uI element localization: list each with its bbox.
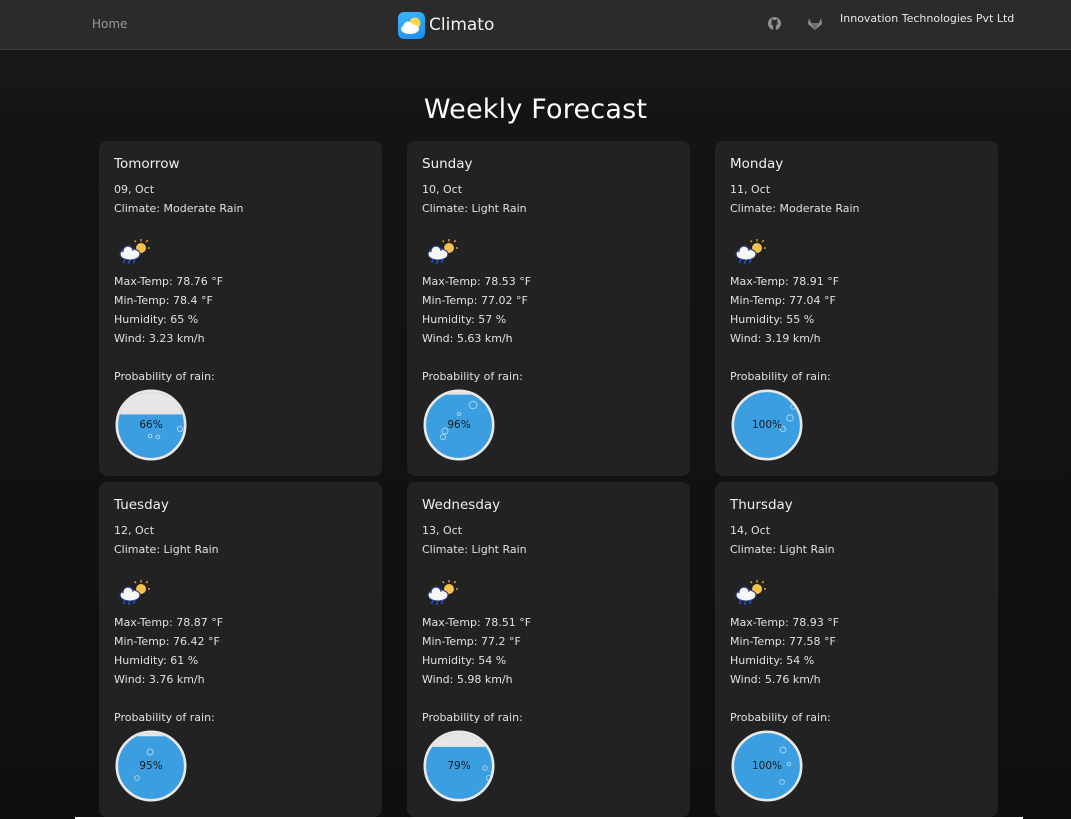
card-min-temp: Min-Temp: 76.42 °F	[114, 635, 220, 648]
card-day: Monday	[730, 156, 784, 172]
forecast-card: Tomorrow 09, Oct Climate: Moderate Rain …	[99, 141, 382, 476]
rain-cloud-sun-icon	[117, 578, 151, 608]
company-name[interactable]: Innovation Technologies Pvt Ltd	[840, 12, 1014, 25]
rain-cloud-sun-icon	[733, 237, 767, 267]
card-climate: Climate: Moderate Rain	[114, 202, 244, 215]
card-day: Wednesday	[422, 497, 501, 513]
rain-probability-gauge: 95%	[115, 730, 187, 802]
card-humidity: Humidity: 54 %	[422, 654, 507, 667]
rain-probability-value: 96%	[447, 419, 471, 431]
card-climate: Climate: Light Rain	[422, 202, 527, 215]
rain-probability-gauge: 100%	[731, 389, 803, 461]
forecast-card: Thursday 14, Oct Climate: Light Rain Max…	[715, 482, 998, 817]
card-wind: Wind: 3.19 km/h	[730, 332, 821, 345]
rain-probability-gauge: 100%	[731, 730, 803, 802]
card-date: 09, Oct	[114, 183, 155, 196]
github-icon[interactable]	[767, 16, 783, 32]
forecast-grid: Tomorrow 09, Oct Climate: Moderate Rain …	[99, 141, 998, 817]
card-min-temp: Min-Temp: 78.4 °F	[114, 294, 213, 307]
rain-probability-label: Probability of rain:	[114, 711, 215, 724]
card-max-temp: Max-Temp: 78.53 °F	[422, 275, 532, 288]
card-wind: Wind: 5.63 km/h	[422, 332, 513, 345]
climato-logo-icon	[398, 11, 425, 39]
brand[interactable]: Climato	[398, 11, 494, 39]
card-max-temp: Max-Temp: 78.87 °F	[114, 616, 224, 629]
forecast-card: Tuesday 12, Oct Climate: Light Rain Max-…	[99, 482, 382, 817]
rain-probability-value: 66%	[139, 419, 163, 431]
card-wind: Wind: 3.76 km/h	[114, 673, 205, 686]
card-max-temp: Max-Temp: 78.93 °F	[730, 616, 840, 629]
card-day: Thursday	[730, 497, 793, 513]
card-date: 10, Oct	[422, 183, 463, 196]
nav-home-link[interactable]: Home	[92, 17, 127, 31]
rain-probability-value: 79%	[447, 760, 471, 772]
rain-probability-gauge: 96%	[423, 389, 495, 461]
card-day: Tomorrow	[114, 156, 180, 172]
card-date: 11, Oct	[730, 183, 771, 196]
card-humidity: Humidity: 54 %	[730, 654, 815, 667]
rain-probability-gauge: 66%	[115, 389, 187, 461]
card-humidity: Humidity: 65 %	[114, 313, 199, 326]
rain-probability-label: Probability of rain:	[114, 370, 215, 383]
rain-cloud-sun-icon	[425, 578, 459, 608]
card-day: Sunday	[422, 156, 473, 172]
rain-probability-gauge: 79%	[423, 730, 495, 802]
card-max-temp: Max-Temp: 78.76 °F	[114, 275, 224, 288]
card-climate: Climate: Light Rain	[114, 543, 219, 556]
page-title: Weekly Forecast	[423, 94, 648, 125]
navbar: Home Climato Innovation Technologies Pvt…	[0, 0, 1071, 50]
gitlab-icon[interactable]	[807, 16, 823, 32]
card-date: 13, Oct	[422, 524, 463, 537]
card-wind: Wind: 5.76 km/h	[730, 673, 821, 686]
rain-cloud-sun-icon	[117, 237, 151, 267]
rain-probability-value: 95%	[139, 760, 163, 772]
rain-probability-value: 100%	[751, 419, 783, 431]
card-humidity: Humidity: 61 %	[114, 654, 199, 667]
forecast-card: Sunday 10, Oct Climate: Light Rain Max-T…	[407, 141, 690, 476]
rain-cloud-sun-icon	[733, 578, 767, 608]
card-day: Tuesday	[114, 497, 169, 513]
card-climate: Climate: Light Rain	[730, 543, 835, 556]
card-min-temp: Min-Temp: 77.02 °F	[422, 294, 528, 307]
card-climate: Climate: Moderate Rain	[730, 202, 860, 215]
brand-name: Climato	[429, 15, 495, 35]
forecast-card: Wednesday 13, Oct Climate: Light Rain Ma…	[407, 482, 690, 817]
rain-probability-label: Probability of rain:	[730, 711, 831, 724]
card-wind: Wind: 5.98 km/h	[422, 673, 513, 686]
card-wind: Wind: 3.23 km/h	[114, 332, 205, 345]
card-climate: Climate: Light Rain	[422, 543, 527, 556]
card-date: 14, Oct	[730, 524, 771, 537]
rain-cloud-sun-icon	[425, 237, 459, 267]
card-max-temp: Max-Temp: 78.51 °F	[422, 616, 532, 629]
card-humidity: Humidity: 55 %	[730, 313, 815, 326]
rain-probability-label: Probability of rain:	[422, 370, 523, 383]
forecast-card: Monday 11, Oct Climate: Moderate Rain Ma…	[715, 141, 998, 476]
rain-probability-value: 100%	[751, 760, 783, 772]
card-date: 12, Oct	[114, 524, 155, 537]
card-min-temp: Min-Temp: 77.2 °F	[422, 635, 521, 648]
card-max-temp: Max-Temp: 78.91 °F	[730, 275, 840, 288]
rain-probability-label: Probability of rain:	[422, 711, 523, 724]
card-min-temp: Min-Temp: 77.58 °F	[730, 635, 836, 648]
card-humidity: Humidity: 57 %	[422, 313, 507, 326]
card-min-temp: Min-Temp: 77.04 °F	[730, 294, 836, 307]
rain-probability-label: Probability of rain:	[730, 370, 831, 383]
